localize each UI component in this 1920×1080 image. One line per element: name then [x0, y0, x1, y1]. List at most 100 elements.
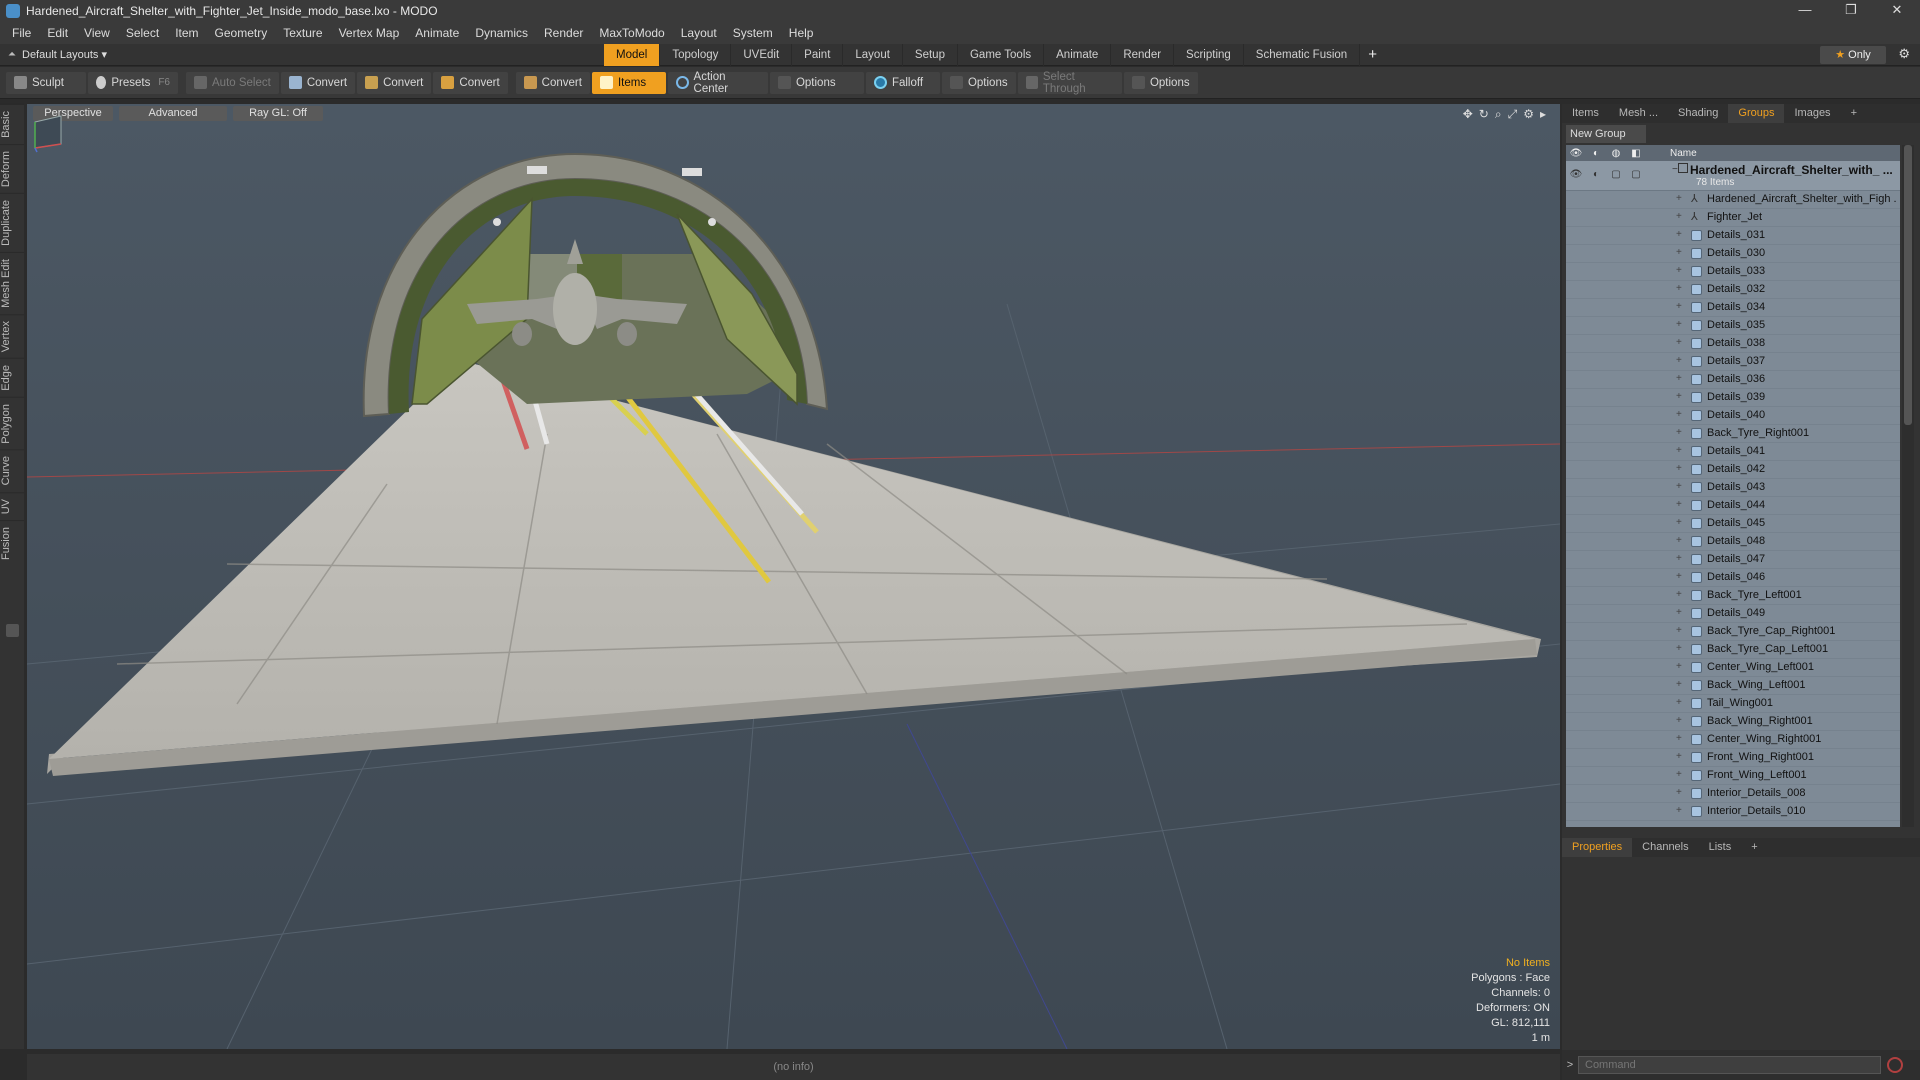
convert-vertex-button[interactable]: Convert: [280, 71, 356, 94]
expand-icon[interactable]: +: [1676, 715, 1682, 726]
restore-button[interactable]: ❐: [1828, 0, 1874, 22]
expand-icon[interactable]: +: [1676, 193, 1682, 204]
layout-tab-schematic-fusion[interactable]: Schematic Fusion: [1244, 44, 1361, 66]
panel-tab-shading[interactable]: Shading: [1668, 104, 1728, 123]
convert-polygon-button[interactable]: Convert: [433, 71, 508, 94]
expand-icon[interactable]: +: [1676, 805, 1682, 816]
expand-icon[interactable]: +: [1676, 589, 1682, 600]
expand-icon[interactable]: +: [1676, 445, 1682, 456]
list-item[interactable]: + Details_048: [1566, 533, 1900, 551]
left-tab-fusion[interactable]: Fusion: [0, 520, 24, 567]
panel-tab-mesh[interactable]: Mesh ...: [1609, 104, 1668, 123]
list-item[interactable]: + Details_030: [1566, 245, 1900, 263]
list-item[interactable]: + Center_Wing_Right001: [1566, 731, 1900, 749]
left-tab-uv[interactable]: UV: [0, 491, 24, 521]
convert-item-button[interactable]: Convert: [515, 71, 590, 94]
props-tab-channels[interactable]: Channels: [1632, 838, 1698, 857]
expand-icon[interactable]: +: [1676, 391, 1682, 402]
action-center-options-button[interactable]: Options: [769, 71, 864, 94]
action-center-button[interactable]: Action Center: [667, 71, 768, 95]
expand-icon[interactable]: +: [1676, 607, 1682, 618]
3d-viewport[interactable]: Perspective Advanced Ray GL: Off ✥ ↻ ⌕ ⤢…: [27, 104, 1560, 1049]
new-group-button[interactable]: New Group: [1566, 125, 1646, 143]
list-item[interactable]: + Tail_Wing001: [1566, 695, 1900, 713]
layout-tab-layout[interactable]: Layout: [843, 44, 903, 66]
expand-icon[interactable]: +: [1676, 733, 1682, 744]
expand-icon[interactable]: +: [1676, 463, 1682, 474]
render-column-icon[interactable]: ◐: [1586, 148, 1606, 159]
expand-icon[interactable]: +: [1676, 535, 1682, 546]
list-item[interactable]: + Details_033: [1566, 263, 1900, 281]
list-item[interactable]: + Details_041: [1566, 443, 1900, 461]
panel-tab-groups[interactable]: Groups: [1728, 104, 1785, 123]
expand-icon[interactable]: +: [1676, 409, 1682, 420]
list-item[interactable]: + Details_031: [1566, 227, 1900, 245]
lock-column-icon[interactable]: ◍: [1606, 148, 1626, 159]
list-item[interactable]: + Interior_Details_010: [1566, 803, 1900, 821]
menu-edit[interactable]: Edit: [39, 26, 76, 40]
left-tab-edge[interactable]: Edge: [0, 357, 24, 397]
left-tab-mesh-edit[interactable]: Mesh Edit: [0, 251, 24, 314]
select-options-button[interactable]: Options: [1123, 71, 1198, 94]
list-item[interactable]: + Details_035: [1566, 317, 1900, 335]
left-tab-curve[interactable]: Curve: [0, 449, 24, 492]
menu-dynamics[interactable]: Dynamics: [467, 26, 536, 40]
expand-icon[interactable]: +: [1676, 247, 1682, 258]
expand-icon[interactable]: +: [1676, 229, 1682, 240]
menu-texture[interactable]: Texture: [275, 26, 330, 40]
expand-icon[interactable]: +: [1676, 373, 1682, 384]
panel-toggle-icon[interactable]: [6, 624, 19, 637]
expand-icon[interactable]: +: [1676, 661, 1682, 672]
falloff-button[interactable]: Falloff: [865, 71, 940, 94]
list-item[interactable]: + Front_Wing_Right001: [1566, 749, 1900, 767]
layout-tab-setup[interactable]: Setup: [903, 44, 958, 66]
layout-dropdown[interactable]: ⏶ Default Layouts ▾: [0, 48, 600, 61]
viewport-settings-icon[interactable]: ⚙: [1523, 107, 1534, 122]
rotate-icon[interactable]: ↻: [1479, 107, 1489, 122]
select-through-button[interactable]: Select Through: [1017, 71, 1122, 95]
raygl-toggle[interactable]: Ray GL: Off: [233, 106, 323, 121]
menu-animate[interactable]: Animate: [407, 26, 467, 40]
expand-icon[interactable]: +: [1676, 211, 1682, 222]
pan-icon[interactable]: ✥: [1463, 107, 1473, 122]
expand-icon[interactable]: +: [1676, 427, 1682, 438]
expand-icon[interactable]: +: [1676, 301, 1682, 312]
select-column-icon[interactable]: ◧: [1626, 148, 1646, 159]
list-item[interactable]: + Details_044: [1566, 497, 1900, 515]
menu-select[interactable]: Select: [118, 26, 167, 40]
expand-icon[interactable]: +: [1676, 769, 1682, 780]
menu-layout[interactable]: Layout: [673, 26, 725, 40]
expand-toggle-icon[interactable]: −: [1672, 164, 1678, 175]
list-item[interactable]: + Back_Tyre_Left001: [1566, 587, 1900, 605]
menu-file[interactable]: File: [4, 26, 39, 40]
list-item[interactable]: + Back_Wing_Left001: [1566, 677, 1900, 695]
sculpt-button[interactable]: Sculpt: [6, 71, 86, 94]
expand-icon[interactable]: +: [1676, 283, 1682, 294]
list-item[interactable]: + Details_038: [1566, 335, 1900, 353]
command-input[interactable]: [1578, 1056, 1881, 1074]
left-tab-deform[interactable]: Deform: [0, 143, 24, 193]
add-panel-tab-icon[interactable]: +: [1841, 104, 1867, 123]
left-tab-basic[interactable]: Basic: [0, 104, 24, 144]
expand-icon[interactable]: +: [1676, 355, 1682, 366]
list-item[interactable]: + Back_Wing_Right001: [1566, 713, 1900, 731]
lock-toggle-icon[interactable]: ▢: [1606, 169, 1626, 190]
menu-help[interactable]: Help: [781, 26, 822, 40]
list-item[interactable]: + Details_036: [1566, 371, 1900, 389]
only-toggle[interactable]: ★ Only: [1820, 46, 1886, 64]
expand-icon[interactable]: +: [1676, 337, 1682, 348]
layout-tab-animate[interactable]: Animate: [1044, 44, 1112, 66]
zoom-icon[interactable]: ⌕: [1495, 107, 1502, 122]
visibility-column-icon[interactable]: 👁: [1566, 148, 1586, 159]
list-item[interactable]: + Interior_Details_008: [1566, 785, 1900, 803]
menu-vertex-map[interactable]: Vertex Map: [331, 26, 408, 40]
expand-icon[interactable]: +: [1676, 571, 1682, 582]
expand-icon[interactable]: +: [1676, 517, 1682, 528]
expand-icon[interactable]: +: [1676, 751, 1682, 762]
list-item[interactable]: + Details_045: [1566, 515, 1900, 533]
list-item[interactable]: + Back_Tyre_Cap_Left001: [1566, 641, 1900, 659]
list-item[interactable]: + Details_046: [1566, 569, 1900, 587]
layout-tab-topology[interactable]: Topology: [660, 44, 732, 66]
left-tab-vertex[interactable]: Vertex: [0, 313, 24, 358]
list-item[interactable]: + Details_040: [1566, 407, 1900, 425]
